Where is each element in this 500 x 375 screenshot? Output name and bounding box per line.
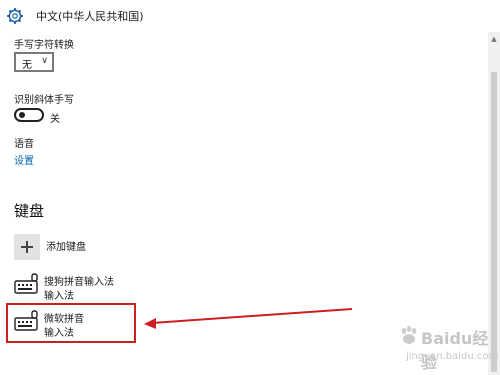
char-convert-label: 手写字符转换 xyxy=(14,40,74,51)
speech-label: 语音 xyxy=(14,139,34,150)
cursive-toggle[interactable] xyxy=(14,108,44,122)
toggle-knob xyxy=(19,112,25,118)
title-bar: 中文(中华人民共和国) xyxy=(0,0,500,32)
window-title: 中文(中华人民共和国) xyxy=(36,10,144,23)
char-convert-dropdown[interactable]: 无 ∨ xyxy=(14,52,54,72)
annotation-highlight-box xyxy=(6,303,136,343)
baidu-watermark: Baidu经验 jingyan.baidu.com xyxy=(396,325,499,372)
annotation-arrow xyxy=(144,308,353,329)
watermark-url: jingyan.baidu.com xyxy=(406,351,499,362)
char-convert-value: 无 xyxy=(22,60,32,71)
vertical-scrollbar[interactable]: ▲ xyxy=(488,32,500,375)
gear-icon[interactable] xyxy=(6,7,24,25)
chevron-down-icon: ∨ xyxy=(41,56,48,66)
watermark-text: Baidu经验 xyxy=(421,329,489,372)
speech-settings-link[interactable]: 设置 xyxy=(14,152,34,167)
paw-icon xyxy=(401,326,417,344)
cursive-state: 关 xyxy=(50,114,60,125)
cursive-label: 识别斜体手写 xyxy=(14,95,74,106)
scroll-up-icon[interactable]: ▲ xyxy=(490,34,498,44)
keyboard-icon xyxy=(14,273,38,294)
add-keyboard-button[interactable] xyxy=(14,234,40,260)
keyboard-item-name[interactable]: 搜狗拼音输入法 xyxy=(44,273,114,288)
keyboard-item-type: 输入法 xyxy=(44,291,74,302)
keyboard-section-title: 键盘 xyxy=(14,202,45,220)
add-keyboard-label[interactable]: 添加键盘 xyxy=(46,238,86,253)
